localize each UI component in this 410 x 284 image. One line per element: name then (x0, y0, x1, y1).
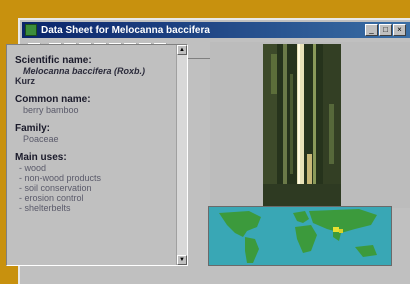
bamboo-photo-image (263, 44, 341, 206)
close-button[interactable]: × (393, 24, 406, 36)
arrow-down-icon[interactable]: ▼ (177, 255, 187, 265)
vertical-scrollbar[interactable]: ▲ ▼ (176, 45, 187, 265)
title-bar[interactable]: Data Sheet for Melocanna baccifera _ □ × (22, 22, 410, 38)
common-name-section: Common name: berry bamboo (15, 94, 180, 115)
scientific-name-author: Kurz (15, 76, 35, 86)
scientific-name-section: Scientific name: Melocanna baccifera (Ro… (15, 55, 180, 86)
world-map-image (209, 207, 391, 265)
family-label: Family: (15, 123, 51, 134)
common-name-label: Common name: (15, 94, 91, 105)
main-use-item: non-wood products (15, 173, 180, 183)
minimize-button[interactable]: _ (365, 24, 378, 36)
arrow-up-icon[interactable]: ▲ (177, 45, 187, 55)
window-title: Data Sheet for Melocanna baccifera (41, 24, 210, 36)
main-use-item: wood (15, 163, 180, 173)
family-section: Family: Poaceae (15, 123, 180, 144)
window-controls: _ □ × (365, 24, 406, 36)
main-uses-label: Main uses: (15, 152, 67, 163)
bamboo-app-icon (25, 24, 37, 36)
bamboo-photo (263, 44, 341, 206)
common-name-value: berry bamboo (23, 105, 79, 115)
main-use-item: erosion control (15, 193, 180, 203)
scientific-name-label: Scientific name: (15, 55, 92, 66)
distribution-map[interactable] (208, 206, 392, 266)
species-info-pane[interactable]: Scientific name: Melocanna baccifera (Ro… (6, 44, 188, 266)
main-use-item: shelterbelts (15, 203, 180, 213)
scientific-name-value: Melocanna baccifera (Roxb.) (23, 66, 146, 76)
main-uses-section: Main uses: wood non-wood products soil c… (15, 152, 180, 213)
family-value: Poaceae (23, 134, 59, 144)
maximize-button[interactable]: □ (379, 24, 392, 36)
main-use-item: soil conservation (15, 183, 180, 193)
